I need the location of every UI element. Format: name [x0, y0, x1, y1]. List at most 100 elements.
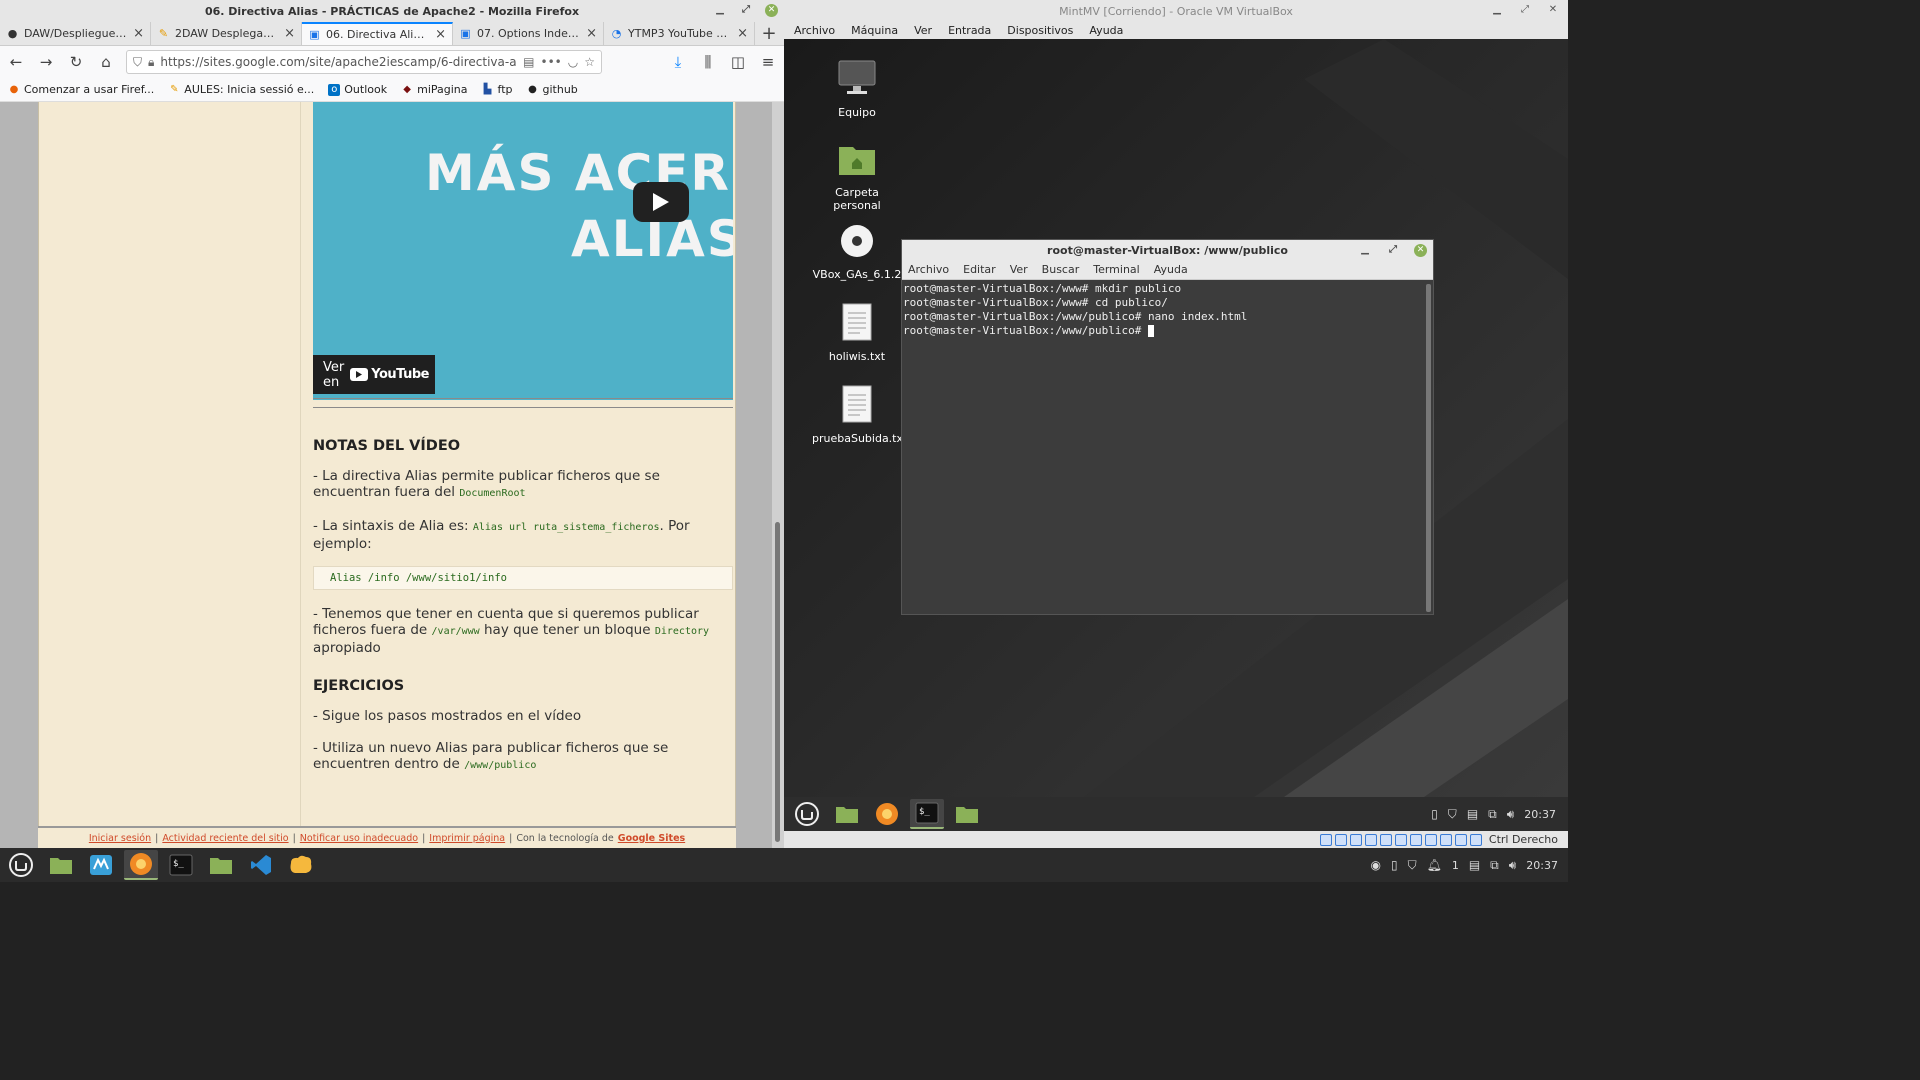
clipboard-icon[interactable]: ▯	[1431, 807, 1438, 821]
close-button[interactable]: ✕	[1546, 3, 1560, 17]
bookmark-firefox[interactable]: ● Comenzar a usar Firef...	[8, 83, 155, 96]
print-page-link[interactable]: Imprimir página	[429, 833, 505, 844]
shield-icon[interactable]: ⛉	[1408, 858, 1417, 873]
tab-ytmp3[interactable]: ◔ YTMP3 YouTube Con ×	[604, 22, 755, 45]
redshift-icon[interactable]: ◉	[1370, 858, 1380, 872]
close-button[interactable]: ✕	[765, 3, 778, 17]
network-icon[interactable]: ⧉	[1490, 858, 1499, 873]
workspace-indicator[interactable]: 1	[1452, 859, 1459, 872]
hdd-status-icon[interactable]	[1319, 833, 1332, 846]
vt-x-status-icon[interactable]	[1439, 833, 1452, 846]
maximize-button[interactable]: ⤢	[1386, 243, 1400, 257]
host-clock[interactable]: 20:37	[1526, 859, 1558, 872]
menu-archivo[interactable]: Archivo	[908, 263, 949, 276]
display-status-icon[interactable]	[1409, 833, 1422, 846]
update-icon[interactable]: ▤	[1467, 807, 1478, 821]
vscode-launcher[interactable]	[244, 850, 278, 880]
library-icon[interactable]: ⫼	[696, 50, 720, 74]
desktop-icon-equipo[interactable]: Equipo	[812, 59, 902, 119]
minimize-button[interactable]: ▁	[1358, 243, 1372, 257]
menu-ayuda[interactable]: Ayuda	[1089, 24, 1123, 37]
downloads-icon[interactable]: ⤓	[666, 50, 690, 74]
mint-menu-button[interactable]	[790, 799, 824, 829]
bookmark-star-icon[interactable]: ☆	[584, 55, 595, 69]
minimize-button[interactable]: ▁	[1490, 3, 1504, 17]
desktop-icon-carpeta-personal[interactable]: Carpeta personal	[812, 141, 902, 212]
menu-ver[interactable]: Ver	[1010, 263, 1028, 276]
recent-activity-link[interactable]: Actividad reciente del sitio	[162, 833, 288, 844]
reload-icon[interactable]: ↻	[64, 50, 88, 74]
terminal-titlebar[interactable]: root@master-VirtualBox: /www/publico ▁ ⤢…	[902, 240, 1433, 260]
new-tab-button[interactable]: +	[755, 22, 783, 45]
menu-buscar[interactable]: Buscar	[1042, 263, 1080, 276]
network-status-icon[interactable]	[1364, 833, 1377, 846]
menu-dispositivos[interactable]: Dispositivos	[1007, 24, 1073, 37]
clipboard-icon[interactable]: ▯	[1391, 858, 1398, 872]
firefox-window-button[interactable]	[124, 850, 158, 880]
mint-menu-button[interactable]	[4, 850, 38, 880]
menu-maquina[interactable]: Máquina	[851, 24, 898, 37]
network-icon[interactable]: ⧉	[1488, 807, 1497, 822]
scrollbar-thumb[interactable]	[775, 522, 780, 842]
desktop-icon-pruebasubida[interactable]: pruebaSubida.txt	[812, 385, 907, 445]
tab-close-icon[interactable]: ×	[737, 26, 748, 41]
tracking-shield-icon[interactable]: ⛉	[133, 55, 142, 70]
play-button[interactable]	[633, 182, 689, 222]
files-window-button[interactable]	[204, 850, 238, 880]
shared-folder-status-icon[interactable]	[1394, 833, 1407, 846]
bookmark-mipagina[interactable]: ◆ miPagina	[401, 83, 467, 96]
minimize-button[interactable]: ▁	[713, 3, 727, 17]
terminal-launcher[interactable]: $_	[164, 850, 198, 880]
maximize-button[interactable]: ⤢	[739, 3, 753, 17]
audio-status-icon[interactable]	[1349, 833, 1362, 846]
google-sites-link[interactable]: Google Sites	[618, 833, 685, 844]
menu-ayuda[interactable]: Ayuda	[1154, 263, 1188, 276]
files-launcher[interactable]	[44, 850, 78, 880]
signin-link[interactable]: Iniciar sesión	[89, 833, 151, 844]
bookmark-outlook[interactable]: o Outlook	[328, 83, 387, 96]
url-bar[interactable]: ⛉ 🔒︎ https://sites.google.com/site/apach…	[126, 50, 602, 74]
firefox-launcher[interactable]	[870, 799, 904, 829]
desktop-icon-holiwis[interactable]: holiwis.txt	[812, 303, 902, 363]
tab-close-icon[interactable]: ×	[133, 26, 144, 41]
lock-icon[interactable]: 🔒︎	[148, 55, 154, 70]
recording-status-icon[interactable]	[1424, 833, 1437, 846]
maximize-button[interactable]: ⤢	[1518, 3, 1532, 17]
menu-ver[interactable]: Ver	[914, 24, 932, 37]
volume-icon[interactable]: 🔊︎	[1507, 807, 1515, 822]
youtube-embed[interactable]: MÁS ACERC ALIAS Ver en YouTube	[313, 102, 733, 400]
files-launcher[interactable]	[830, 799, 864, 829]
usb-status-icon[interactable]	[1379, 833, 1392, 846]
virtualbox-window-button[interactable]	[284, 850, 318, 880]
terminal-launcher[interactable]: $_	[910, 799, 944, 829]
shield-icon[interactable]: ⛉	[1448, 807, 1457, 822]
keyboard-capture-icon[interactable]	[1469, 833, 1482, 846]
tab-close-icon[interactable]: ×	[284, 26, 295, 41]
page-actions-icon[interactable]: •••	[541, 55, 562, 69]
page-scrollbar[interactable]	[772, 102, 784, 848]
terminal-window[interactable]: root@master-VirtualBox: /www/publico ▁ ⤢…	[901, 239, 1434, 615]
sidebar-icon[interactable]: ◫	[726, 50, 750, 74]
menu-archivo[interactable]: Archivo	[794, 24, 835, 37]
bookmark-aules[interactable]: ✎ AULES: Inicia sessió e...	[168, 83, 314, 96]
bookmark-ftp[interactable]: ▙ ftp	[482, 83, 513, 96]
terminal-scrollbar[interactable]	[1426, 284, 1431, 612]
report-abuse-link[interactable]: Notificar uso inadecuado	[300, 833, 418, 844]
url-text[interactable]: https://sites.google.com/site/apache2ies…	[160, 55, 517, 69]
update-icon[interactable]: ▤	[1469, 858, 1480, 872]
tab-github[interactable]: ● DAW/Despliegue/im ×	[0, 22, 151, 45]
tab-close-icon[interactable]: ×	[435, 27, 446, 42]
pocket-icon[interactable]: ◡	[568, 55, 578, 69]
close-button[interactable]: ✕	[1414, 243, 1427, 257]
hamburger-menu-icon[interactable]: ≡	[756, 50, 780, 74]
notifications-icon[interactable]: 🔔︎	[1427, 858, 1442, 872]
mouse-integration-icon[interactable]	[1454, 833, 1467, 846]
tab-close-icon[interactable]: ×	[586, 26, 597, 41]
reader-view-icon[interactable]: ▤	[523, 55, 534, 69]
forward-icon[interactable]: →	[34, 50, 58, 74]
tab-directiva-alias[interactable]: ▣ 06. Directiva Alias - P ×	[302, 22, 453, 45]
tab-aules[interactable]: ✎ 2DAW Desplegamen ×	[151, 22, 302, 45]
menu-editar[interactable]: Editar	[963, 263, 996, 276]
guest-clock[interactable]: 20:37	[1524, 808, 1556, 821]
tab-options-indexes[interactable]: ▣ 07. Options Indexes ×	[453, 22, 604, 45]
